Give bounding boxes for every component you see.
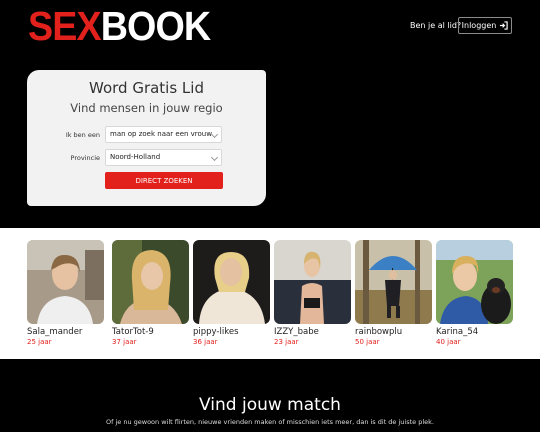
profile-age: 25 jaar	[27, 338, 52, 346]
profile-card[interactable]: pippy-likes 36 jaar	[193, 240, 270, 346]
province-select-value: Noord-Holland	[110, 153, 161, 161]
province-select[interactable]: Noord-Holland	[105, 149, 222, 166]
profile-name: IZZY_babe	[274, 327, 319, 337]
iam-select[interactable]: man op zoek naar een vrouw	[105, 126, 222, 143]
profile-card[interactable]: IZZY_babe 23 jaar	[274, 240, 351, 346]
match-heading: Vind jouw match	[199, 395, 341, 415]
login-button-label: Inloggen	[461, 21, 497, 30]
logo-part-red: SEX	[28, 3, 102, 49]
profile-photo[interactable]	[27, 240, 104, 324]
site-logo[interactable]: SEXBOOK	[28, 3, 211, 49]
profile-card[interactable]: Sala_mander 25 jaar	[27, 240, 104, 346]
already-member-text: Ben je al lid?	[410, 21, 462, 30]
profile-card[interactable]: Karina_54 40 jaar	[436, 240, 513, 346]
profile-name: Sala_mander	[27, 327, 83, 337]
profile-age: 40 jaar	[436, 338, 461, 346]
chevron-down-icon	[210, 153, 219, 162]
signup-card: Word Gratis Lid Vind mensen in jouw regi…	[27, 70, 266, 206]
profile-photo[interactable]	[355, 240, 432, 324]
chevron-down-icon	[210, 130, 219, 139]
signup-title: Word Gratis Lid	[89, 79, 204, 97]
profile-photo[interactable]	[193, 240, 270, 324]
iam-select-value: man op zoek naar een vrouw	[110, 130, 212, 138]
iam-label: Ik ben een	[65, 131, 100, 139]
profile-age: 37 jaar	[112, 338, 137, 346]
profiles-strip: Sala_mander 25 jaar TatorTot-9 37 jaar p…	[0, 228, 540, 359]
profile-card[interactable]: TatorTot-9 37 jaar	[112, 240, 189, 346]
match-subheading: Of je nu gewoon wilt flirten, nieuwe vri…	[105, 418, 434, 426]
profile-card[interactable]: rainbowplu 50 jaar	[355, 240, 432, 346]
sign-in-icon	[500, 21, 509, 30]
province-label: Provincie	[70, 154, 100, 162]
direct-search-button[interactable]: DIRECT ZOEKEN	[105, 172, 223, 189]
profile-age: 36 jaar	[193, 338, 218, 346]
profile-age: 50 jaar	[355, 338, 380, 346]
profile-name: TatorTot-9	[112, 327, 154, 337]
signup-subtitle: Vind mensen in jouw regio	[70, 101, 223, 115]
logo-part-white: BOOK	[100, 3, 211, 49]
profile-name: Karina_54	[436, 327, 479, 337]
profile-age: 23 jaar	[274, 338, 299, 346]
profile-photo[interactable]	[274, 240, 351, 324]
profile-name: pippy-likes	[193, 327, 239, 337]
profile-name: rainbowplu	[355, 327, 403, 337]
profile-photo[interactable]	[112, 240, 189, 324]
direct-search-label: DIRECT ZOEKEN	[135, 176, 193, 185]
profile-photo[interactable]	[436, 240, 513, 324]
login-button[interactable]: Inloggen	[458, 17, 512, 34]
